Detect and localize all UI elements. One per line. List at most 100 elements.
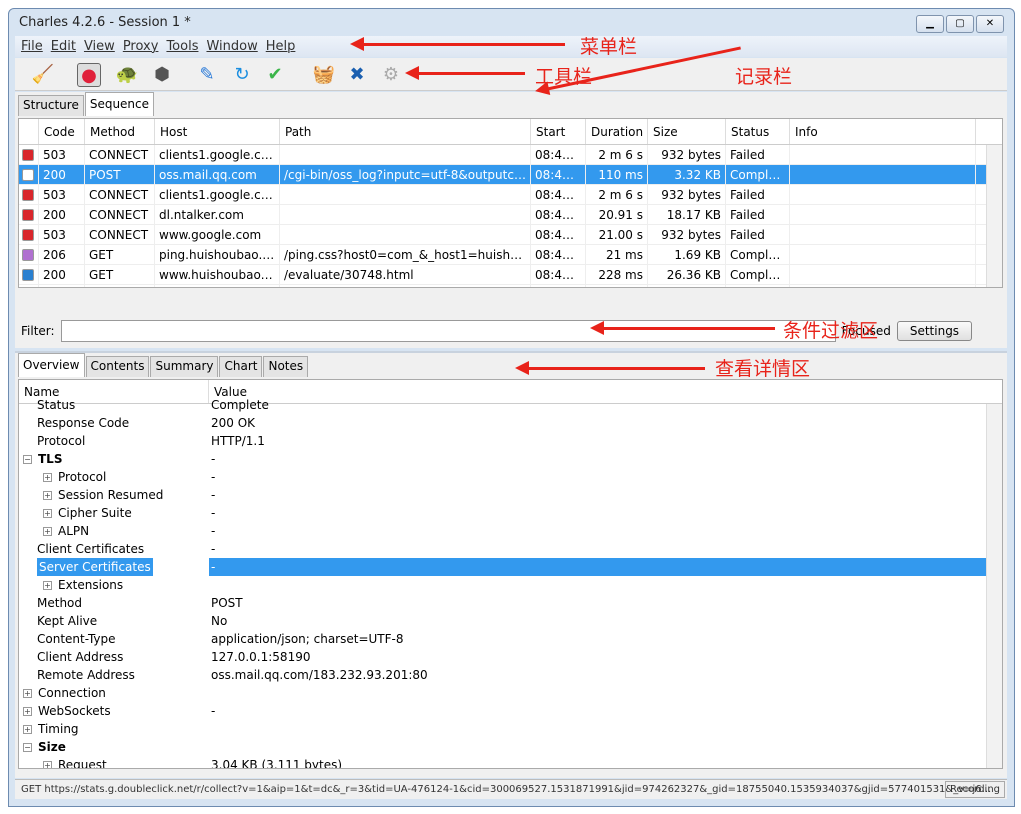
menu-help[interactable]: Help [266,36,296,57]
menu-proxy[interactable]: Proxy [123,36,159,57]
recording-indicator[interactable]: Recording [944,781,1005,798]
column-duration[interactable]: Duration [586,119,648,144]
tree-row[interactable]: + Protocol - [19,468,1002,486]
compose-pen-icon[interactable]: ✎ [195,63,219,87]
expand-icon[interactable]: + [23,688,32,698]
tree-row[interactable]: − Size [19,738,1002,756]
tree-value: 127.0.0.1:58190 [211,650,311,664]
tab-sequence[interactable]: Sequence [84,92,155,116]
broom-icon[interactable]: 🧹 [31,63,55,87]
tree-row[interactable]: + WebSockets - [19,702,1002,720]
menu-view[interactable]: View [84,36,115,57]
table-row[interactable]: 503 CONNECT clients1.google.com 08:48:38 2 m… [19,185,1002,205]
maximize-button[interactable]: ▢ [946,15,974,33]
column-status[interactable]: Status [726,119,790,144]
tab-chart[interactable]: Chart [219,356,263,377]
column-method[interactable]: Method [85,119,155,144]
tab-overview[interactable]: Overview [18,353,85,377]
tree-row[interactable]: Method POST [19,594,1002,612]
expand-icon[interactable]: + [43,580,52,590]
tree-row[interactable]: − TLS - [19,450,1002,468]
table-row[interactable]: 200 GET www.huishoubao.c.../evaluate/30748… [19,265,1002,285]
breakpoints-icon[interactable]: ⬢ [150,63,174,87]
minimize-button[interactable]: ▁ [916,15,944,33]
tree-row[interactable]: Content-Type application/json; charset=UT… [19,630,1002,648]
tree-value: - [211,470,216,484]
annotation-arrow [515,361,705,375]
tree-row[interactable]: Client Address 127.0.0.1:58190 [19,648,1002,666]
record-icon[interactable]: ● [77,63,101,87]
validate-check-icon[interactable]: ✔ [263,63,287,87]
table-row[interactable]: 206 GET ping.huishoubao.c.../ping.css?host… [19,245,1002,265]
column-start[interactable]: Start [531,119,586,144]
annotation-details: 查看详情区 [715,358,811,380]
cell-status: Failed [726,225,790,244]
settings-button[interactable]: Settings [896,321,973,341]
tree-row[interactable]: Server Certificates - [19,558,1002,576]
filter-input[interactable] [60,320,836,342]
menu-window[interactable]: Window [206,36,257,57]
tab-structure[interactable]: Structure [18,95,84,116]
expand-icon[interactable]: + [23,724,32,734]
tree-row[interactable]: Remote Address oss.mail.qq.com/183.232.93… [19,666,1002,684]
tree-row[interactable]: Client Certificates - [19,540,1002,558]
table-scrollbar[interactable] [986,145,1002,287]
detail-panel: Overview Contents Summary Chart Notes Name Va… [15,351,1007,778]
tab-contents[interactable]: Contents [85,356,150,377]
column-size[interactable]: Size [648,119,726,144]
tree-row[interactable]: + Cipher Suite - [19,504,1002,522]
tree-row[interactable]: Protocol HTTP/1.1 [19,432,1002,450]
tools-icon[interactable]: ✖ [345,63,369,87]
cell-code: 503 [39,145,85,164]
tree-value [209,576,1002,594]
tree-row[interactable]: Response Code 200 OK [19,414,1002,432]
collapse-icon[interactable]: − [23,454,32,464]
repeat-icon[interactable]: ↻ [230,63,254,87]
tree-row[interactable]: + Session Resumed - [19,486,1002,504]
table-row[interactable]: 200 CONNECT dl.ntalker.com 08:48:42 20.91 s1… [19,205,1002,225]
expand-icon[interactable]: + [43,526,52,536]
cell-duration: 20.91 s [586,205,648,224]
tree-value: - [211,488,216,502]
tree-row[interactable]: + Request 3.04 KB (3,111 bytes) [19,756,1002,768]
column-icon [19,119,39,144]
tree-row[interactable]: + Connection [19,684,1002,702]
status-error-icon [19,145,39,164]
expand-icon[interactable]: + [43,508,52,518]
detail-scrollbar[interactable] [986,404,1002,768]
tree-value: Complete [211,398,269,412]
basket-icon[interactable]: 🧺 [312,63,336,87]
menu-file[interactable]: File [21,36,43,57]
collapse-icon[interactable]: − [23,742,32,752]
tab-summary[interactable]: Summary [150,356,219,377]
tree-label: Client Certificates [37,542,145,556]
expand-icon[interactable]: + [43,490,52,500]
menu-tools[interactable]: Tools [166,36,198,57]
cell-status: Failed [726,185,790,204]
expand-icon[interactable]: + [43,760,52,768]
menu-edit[interactable]: Edit [51,36,76,57]
table-row[interactable]: 503 CONNECT clients1.google.com 08:48:32 2 m… [19,145,1002,165]
close-button[interactable]: ✕ [976,15,1004,33]
expand-icon[interactable]: + [23,706,32,716]
cell-duration: 48 ms [586,285,648,287]
status-image-icon [19,285,39,287]
turtle-throttle-icon[interactable]: 🐢 [115,63,139,87]
column-info[interactable]: Info [790,119,976,144]
table-row[interactable]: 503 CONNECT www.google.com 08:48:43 21.00 s9… [19,225,1002,245]
column-path[interactable]: Path [280,119,531,144]
tree-row[interactable]: Kept Alive No [19,612,1002,630]
tree-row[interactable]: + Timing [19,720,1002,738]
tree-row[interactable]: Status Complete [19,396,1002,414]
column-code[interactable]: Code [39,119,85,144]
table-row[interactable]: 200 POST oss.mail.qq.com/cgi-bin/oss_log?i… [19,165,1002,185]
column-host[interactable]: Host [155,119,280,144]
tree-row[interactable]: + ALPN - [19,522,1002,540]
cell-info: 1x1 [790,285,976,287]
table-row[interactable]: 200GEThm.baidu.com/hm.gif?cc=0&ck=1&cl=2… [19,285,1002,287]
tree-row[interactable]: + Extensions [19,576,1002,594]
expand-icon[interactable]: + [43,472,52,482]
tree-label: Protocol [37,434,86,448]
tab-notes[interactable]: Notes [263,356,309,377]
settings-gear-icon[interactable]: ⚙ [379,63,403,87]
